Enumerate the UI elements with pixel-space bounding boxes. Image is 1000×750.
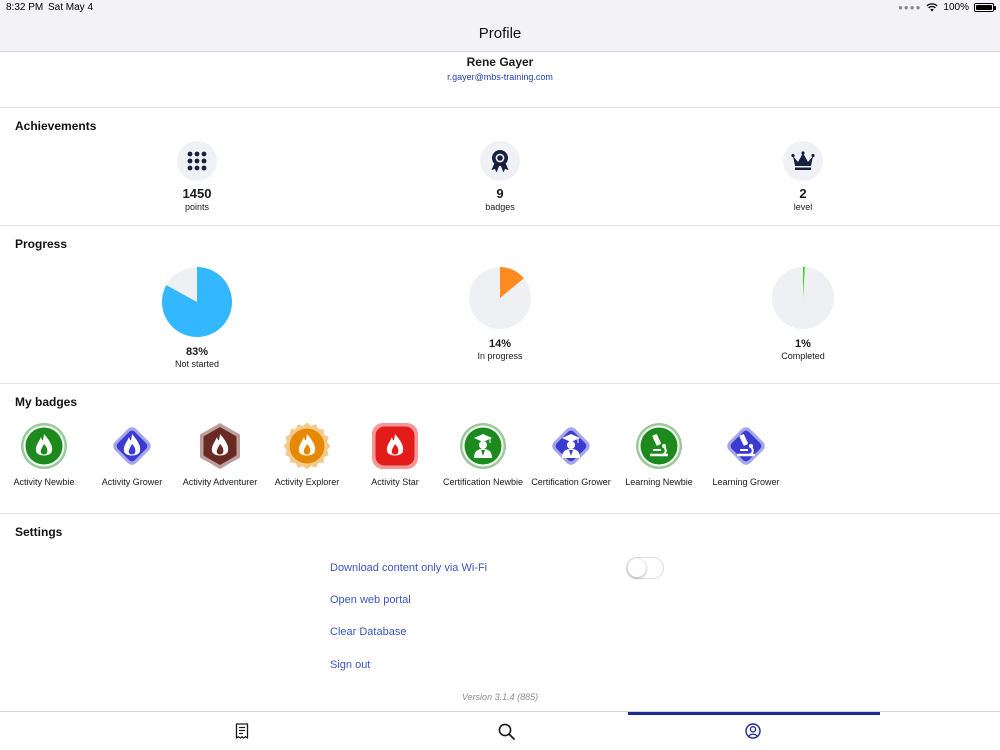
- achievement-level: 2 level: [743, 141, 863, 212]
- badge-activity-explorer[interactable]: Activity Explorer: [263, 422, 351, 487]
- search-icon: [498, 723, 515, 740]
- badge-activity-newbie[interactable]: Activity Newbie: [0, 422, 88, 487]
- badge-seal-icon: [283, 422, 331, 470]
- badge-diamond-icon: [727, 427, 765, 465]
- progress-in-progress: 14% In progress: [440, 266, 560, 361]
- progress-label: Not started: [174, 359, 220, 369]
- achievement-points: 1450 points: [137, 141, 257, 212]
- badge-rounded-square-icon: [372, 423, 418, 469]
- progress-value: 14%: [488, 338, 512, 350]
- achievement-label: level: [793, 202, 813, 212]
- tab-bar: [0, 712, 1000, 750]
- cellular-signal-icon: ●●●●: [898, 3, 922, 12]
- sign-out-button[interactable]: Sign out: [330, 659, 370, 671]
- badge-circle-icon: [636, 423, 682, 469]
- pie-chart-not-started: [162, 267, 233, 337]
- tab-search[interactable]: [381, 712, 631, 750]
- badges-section: My badges Activity Newbie Activity Grower…: [0, 384, 1000, 514]
- badge-circle-icon: [21, 423, 67, 469]
- achievement-value: 9: [496, 186, 504, 201]
- progress-label: In progress: [477, 351, 523, 361]
- clear-database-button[interactable]: Clear Database: [330, 626, 406, 638]
- pie-chart-completed: [772, 267, 834, 329]
- achievement-label: badges: [485, 202, 515, 212]
- badge-activity-star[interactable]: Activity Star: [351, 422, 439, 487]
- status-time: 8:32 PM: [6, 2, 44, 13]
- user-name: Rene Gayer: [466, 55, 534, 69]
- progress-value: 83%: [185, 346, 209, 358]
- progress-value: 1%: [795, 338, 811, 350]
- badge-certification-grower[interactable]: Certification Grower: [527, 422, 615, 487]
- profile-icon: [745, 723, 761, 739]
- badge-label: Certification Grower: [531, 477, 611, 487]
- wifi-icon: [926, 3, 939, 12]
- user-email[interactable]: r.gayer@mbs-training.com: [0, 72, 1000, 82]
- badge-hexagon-icon: [200, 423, 240, 469]
- user-header: Rene Gayer r.gayer@mbs-training.com: [0, 52, 1000, 108]
- settings-section: Settings Download content only via Wi-Fi…: [0, 514, 1000, 712]
- status-right: ●●●● 100%: [898, 2, 996, 13]
- app-version: Version 3.1.4 (885): [461, 692, 539, 702]
- badge-learning-grower[interactable]: Learning Grower: [702, 422, 790, 487]
- status-bar: 8:32 PM Sat May 4 ●●●● 100%: [0, 0, 1000, 16]
- catalog-icon: [235, 723, 249, 739]
- achievements-title: Achievements: [15, 119, 97, 133]
- badge-label: Activity Grower: [101, 477, 163, 487]
- progress-not-started: 83% Not started: [137, 266, 257, 369]
- badge-label: Certification Newbie: [442, 477, 524, 487]
- badge-label: Learning Grower: [712, 477, 780, 487]
- badge-label: Activity Newbie: [13, 477, 75, 487]
- achievement-label: points: [184, 202, 210, 212]
- progress-title: Progress: [15, 237, 68, 251]
- badge-diamond-icon: [113, 427, 151, 465]
- pie-chart-in-progress: [469, 267, 531, 329]
- toggle-knob: [628, 559, 646, 577]
- badge-label: Activity Adventurer: [182, 477, 258, 487]
- progress-completed: 1% Completed: [743, 266, 863, 361]
- battery-icon: [974, 3, 996, 12]
- progress-label: Completed: [781, 351, 825, 361]
- badge-certification-newbie[interactable]: Certification Newbie: [439, 422, 527, 487]
- wifi-only-toggle[interactable]: [626, 557, 664, 579]
- badge-learning-newbie[interactable]: Learning Newbie: [615, 422, 703, 487]
- achievements-section: Achievements 1450 points 9 badges 2 leve…: [0, 108, 1000, 226]
- tab-profile[interactable]: [628, 712, 880, 750]
- badge-label: Activity Star: [371, 477, 419, 487]
- badge-circle-icon: [460, 423, 506, 469]
- progress-section: Progress 83% Not started 14% In progress…: [0, 226, 1000, 384]
- status-date: Sat May 4: [48, 2, 94, 13]
- badge-label: Activity Explorer: [274, 477, 340, 487]
- page-title: Profile: [478, 25, 522, 42]
- achievement-badges: 9 badges: [440, 141, 560, 212]
- battery-percent: 100%: [943, 2, 969, 13]
- badge-activity-grower[interactable]: Activity Grower: [88, 422, 176, 487]
- achievement-value: 2: [799, 186, 807, 201]
- tab-catalog[interactable]: [117, 712, 367, 750]
- crown-icon: [783, 141, 823, 181]
- award-ribbon-icon: [480, 141, 520, 181]
- wifi-only-label: Download content only via Wi-Fi: [330, 562, 488, 574]
- settings-title: Settings: [15, 525, 63, 539]
- badge-activity-adventurer[interactable]: Activity Adventurer: [176, 422, 264, 487]
- badge-label: Learning Newbie: [625, 477, 693, 487]
- achievement-value: 1450: [182, 186, 212, 201]
- badges-title: My badges: [15, 395, 78, 409]
- grid-dots-icon: [177, 141, 217, 181]
- open-web-portal-link[interactable]: Open web portal: [330, 594, 411, 606]
- badge-diamond-icon: [552, 427, 590, 465]
- navigation-bar: Profile: [0, 16, 1000, 52]
